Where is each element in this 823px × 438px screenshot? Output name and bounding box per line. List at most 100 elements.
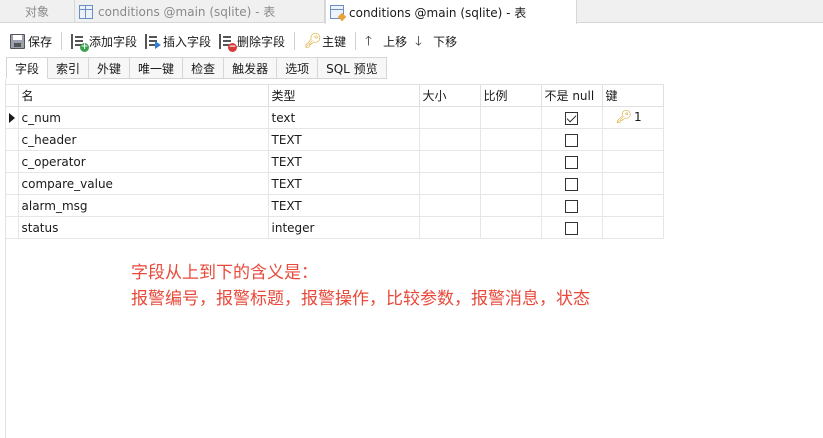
not-null-checkbox[interactable] xyxy=(565,177,578,191)
key-cell[interactable] xyxy=(601,194,664,217)
arrow-up-icon: 🡑 xyxy=(365,33,372,49)
field-name-cell[interactable]: c_num xyxy=(17,106,269,129)
field-name-cell[interactable]: status xyxy=(17,216,269,239)
add-field-icon xyxy=(71,33,90,52)
not-null-cell xyxy=(540,106,603,129)
field-scale-cell[interactable] xyxy=(479,128,542,151)
move-down-button[interactable]: 🡓 下移 xyxy=(411,30,461,52)
primary-key-icon: 🔑︎ xyxy=(615,110,633,125)
insert-field-label: 插入字段 xyxy=(163,34,212,49)
add-field-button[interactable]: 添加字段 xyxy=(67,30,141,52)
key-cell[interactable] xyxy=(601,172,664,195)
document-tab-bar: 对象 conditions @main (sqlite) - 表 conditi… xyxy=(0,0,823,24)
tab-objects-label: 对象 xyxy=(24,5,49,19)
not-null-checkbox[interactable] xyxy=(565,111,578,125)
delete-field-icon xyxy=(219,33,238,52)
tab-fields[interactable]: 字段 xyxy=(6,57,49,79)
column-header-size[interactable]: 大小 xyxy=(418,84,481,107)
tab-conditions-data-label: conditions @main (sqlite) - 表 xyxy=(98,5,276,19)
designer-sub-tabs: 字段 索引 外键 唯一键 检查 触发器 选项 SQL 预览 xyxy=(6,57,387,79)
current-row-arrow-icon xyxy=(8,113,15,123)
row-indicator xyxy=(6,106,19,129)
not-null-cell xyxy=(540,216,603,239)
key-cell[interactable] xyxy=(601,216,664,239)
field-size-cell[interactable] xyxy=(418,172,481,195)
key-icon: 🔑︎ xyxy=(304,32,322,49)
primary-key-button[interactable]: 🔑︎ 主键 xyxy=(300,30,350,52)
field-type-cell[interactable]: TEXT xyxy=(267,194,420,217)
fields-grid: 名 类型 大小 比例 不是 null 键 c_num text 🔑︎ 1 c_he… xyxy=(6,84,664,239)
field-size-cell[interactable] xyxy=(418,150,481,173)
field-size-cell[interactable] xyxy=(418,128,481,151)
not-null-cell xyxy=(540,172,603,195)
field-type-cell[interactable]: integer xyxy=(267,216,420,239)
not-null-checkbox[interactable] xyxy=(565,221,578,235)
field-name-cell[interactable]: compare_value xyxy=(17,172,269,195)
column-header-name[interactable]: 名 xyxy=(17,84,269,107)
field-type-cell[interactable]: TEXT xyxy=(267,150,420,173)
field-size-cell[interactable] xyxy=(418,216,481,239)
not-null-cell xyxy=(540,150,603,173)
tab-objects[interactable]: 对象 xyxy=(0,0,75,23)
save-button[interactable]: 保存 xyxy=(6,30,56,52)
field-name-cell[interactable]: c_operator xyxy=(17,150,269,173)
tab-sql-preview[interactable]: SQL 预览 xyxy=(318,57,387,79)
field-name-cell[interactable]: alarm_msg xyxy=(17,194,269,217)
tab-unique-keys[interactable]: 唯一键 xyxy=(130,57,184,79)
field-name-cell[interactable]: c_header xyxy=(17,128,269,151)
row-indicator xyxy=(6,150,19,173)
primary-key-label: 主键 xyxy=(322,34,347,49)
field-type-cell[interactable]: TEXT xyxy=(267,172,420,195)
tab-foreign-keys[interactable]: 外键 xyxy=(89,57,131,79)
column-header-not-null[interactable]: 不是 null xyxy=(540,84,603,107)
column-header-key[interactable]: 键 xyxy=(601,84,664,107)
delete-field-label: 删除字段 xyxy=(237,34,286,49)
not-null-checkbox[interactable] xyxy=(565,199,578,213)
field-size-cell[interactable] xyxy=(418,106,481,129)
row-indicator xyxy=(6,128,19,151)
not-null-checkbox[interactable] xyxy=(565,155,578,169)
not-null-checkbox[interactable] xyxy=(565,133,578,147)
move-up-button[interactable]: 🡑 上移 xyxy=(361,30,411,52)
field-type-cell[interactable]: TEXT xyxy=(267,128,420,151)
column-header-type[interactable]: 类型 xyxy=(267,84,420,107)
annotation-line-1: 字段从上到下的含义是： xyxy=(131,263,318,283)
field-scale-cell[interactable] xyxy=(479,106,542,129)
designer-toolbar: 保存 添加字段 插入字段 删除字段 🔑︎ 主键 🡑 上移 🡓 下移 xyxy=(0,28,823,54)
field-scale-cell[interactable] xyxy=(479,172,542,195)
tab-triggers[interactable]: 触发器 xyxy=(224,57,278,79)
tab-indexes[interactable]: 索引 xyxy=(48,57,90,79)
key-cell[interactable]: 🔑︎ 1 xyxy=(601,106,664,129)
arrow-down-icon: 🡓 xyxy=(415,33,422,49)
tab-conditions-design[interactable]: conditions @main (sqlite) - 表 xyxy=(325,0,577,24)
row-indicator-header xyxy=(6,84,19,107)
table-row[interactable]: status integer xyxy=(6,216,664,239)
move-up-label: 上移 xyxy=(383,34,408,49)
row-indicator xyxy=(6,172,19,195)
table-row[interactable]: c_header TEXT xyxy=(6,128,664,151)
table-row[interactable]: c_num text 🔑︎ 1 xyxy=(6,106,664,129)
tab-options[interactable]: 选项 xyxy=(277,57,319,79)
insert-field-button[interactable]: 插入字段 xyxy=(141,30,215,52)
tab-checks[interactable]: 检查 xyxy=(183,57,225,79)
insert-field-icon xyxy=(145,33,162,49)
table-row[interactable]: compare_value TEXT xyxy=(6,172,664,195)
field-type-cell[interactable]: text xyxy=(267,106,420,129)
key-cell[interactable] xyxy=(601,150,664,173)
delete-field-button[interactable]: 删除字段 xyxy=(215,30,289,52)
field-size-cell[interactable] xyxy=(418,194,481,217)
field-scale-cell[interactable] xyxy=(479,150,542,173)
tab-conditions-data[interactable]: conditions @main (sqlite) - 表 xyxy=(75,0,325,23)
key-cell[interactable] xyxy=(601,128,664,151)
row-indicator xyxy=(6,194,19,217)
toolbar-divider xyxy=(355,32,357,50)
table-row[interactable]: c_operator TEXT xyxy=(6,150,664,173)
annotation-line-2: 报警编号，报警标题，报警操作，比较参数，报警消息，状态 xyxy=(131,289,590,309)
field-scale-cell[interactable] xyxy=(479,216,542,239)
table-row[interactable]: alarm_msg TEXT xyxy=(6,194,664,217)
column-header-scale[interactable]: 比例 xyxy=(479,84,542,107)
toolbar-divider xyxy=(61,32,63,50)
save-icon xyxy=(10,33,25,49)
field-scale-cell[interactable] xyxy=(479,194,542,217)
design-table-icon xyxy=(330,5,344,19)
